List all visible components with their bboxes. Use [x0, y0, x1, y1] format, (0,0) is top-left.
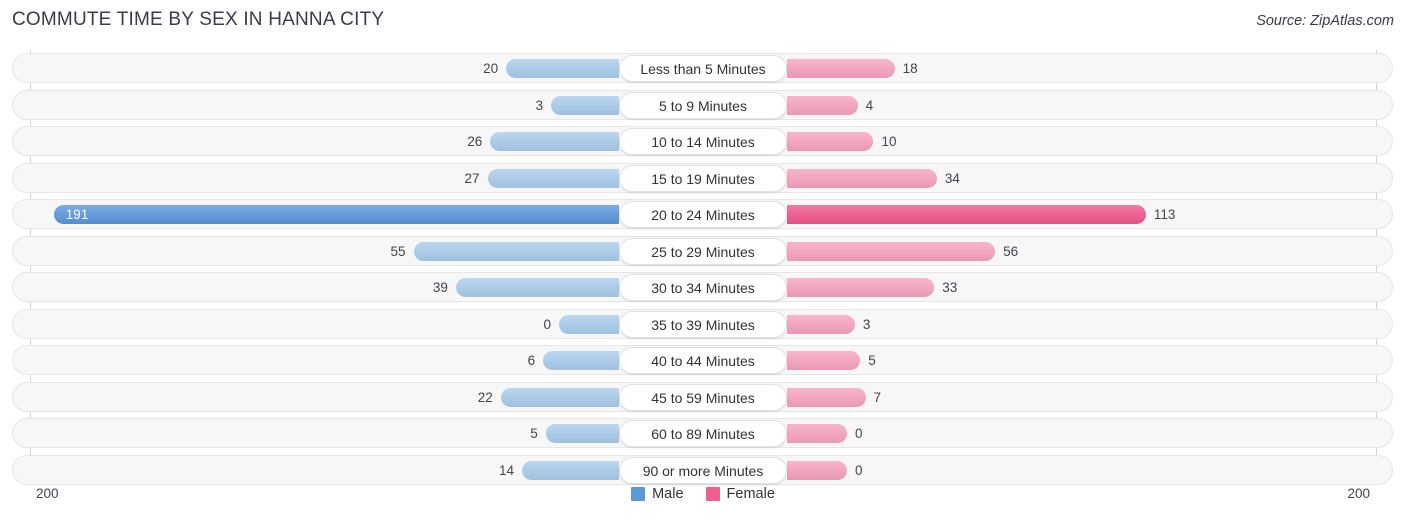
chart-row[interactable]: 22 7 45 to 59 Minutes — [0, 379, 1406, 416]
bar-female[interactable] — [787, 132, 874, 151]
chart-row[interactable]: 20 18 Less than 5 Minutes — [0, 50, 1406, 87]
bar-female[interactable] — [787, 460, 847, 480]
legend-item-female[interactable]: Female — [705, 486, 775, 502]
bar-female[interactable] — [787, 95, 858, 115]
bar-male[interactable] — [543, 351, 619, 370]
category-label-pill[interactable]: 15 to 19 Minutes — [619, 164, 787, 192]
page-title: COMMUTE TIME BY SEX IN HANNA CITY — [12, 9, 385, 30]
category-label-pill[interactable]: Less than 5 Minutes — [619, 55, 787, 82]
bar-male[interactable] — [545, 424, 620, 443]
category-label-pill[interactable]: 35 to 39 Minutes — [619, 310, 787, 338]
bar-male[interactable] — [521, 460, 619, 480]
value-label-male: 27 — [464, 170, 480, 186]
legend-label-female: Female — [726, 486, 775, 502]
value-label-male: 14 — [498, 462, 514, 478]
plot-area: 20 18 Less than 5 Minutes 3 4 5 to 9 Minutes 2… — [0, 50, 1406, 485]
value-label-male: 20 — [483, 61, 499, 76]
bar-male[interactable] — [53, 205, 620, 224]
bar-female[interactable] — [787, 278, 935, 297]
chart-container: COMMUTE TIME BY SEX IN HANNA CITY Source… — [0, 0, 1406, 522]
chart-row[interactable]: 27 34 15 to 19 Minutes — [0, 160, 1406, 197]
value-label-female: 3 — [862, 316, 871, 332]
value-label-female: 7 — [873, 389, 882, 405]
bar-male[interactable] — [487, 168, 620, 188]
chart-row[interactable]: 0 3 35 to 39 Minutes — [0, 306, 1406, 343]
legend-swatch-male-icon — [631, 487, 646, 501]
bar-male[interactable] — [490, 132, 619, 151]
chart-legend: Male Female — [0, 486, 1406, 502]
category-label-pill[interactable]: 60 to 89 Minutes — [619, 420, 787, 447]
value-label-female: 33 — [942, 280, 958, 295]
bar-male[interactable] — [455, 278, 620, 297]
value-label-female: 5 — [868, 353, 876, 368]
value-label-male: 3 — [535, 97, 544, 113]
legend-swatch-female-icon — [705, 487, 720, 501]
chart-row[interactable]: 191 113 20 to 24 Minutes — [0, 196, 1406, 233]
bar-male[interactable] — [413, 241, 620, 261]
category-label-pill[interactable]: 25 to 29 Minutes — [619, 237, 787, 265]
bar-female[interactable] — [787, 59, 895, 78]
bar-male[interactable] — [500, 387, 620, 407]
bar-female[interactable] — [787, 351, 861, 370]
category-label-pill[interactable]: 45 to 59 Minutes — [619, 383, 787, 411]
bar-female[interactable] — [787, 168, 937, 188]
category-label-pill[interactable]: 40 to 44 Minutes — [619, 347, 787, 374]
bar-male[interactable] — [506, 59, 619, 78]
bar-female[interactable] — [787, 241, 996, 261]
chart-row[interactable]: 26 10 10 to 14 Minutes — [0, 123, 1406, 160]
value-label-male: 26 — [467, 134, 483, 149]
value-label-female: 10 — [881, 134, 897, 149]
value-label-female: 0 — [855, 426, 863, 441]
category-label-pill[interactable]: 90 or more Minutes — [619, 456, 787, 484]
bar-rows: 20 18 Less than 5 Minutes 3 4 5 to 9 Minutes 2… — [0, 50, 1406, 488]
value-label-female: 34 — [944, 170, 960, 186]
value-label-male: 55 — [390, 243, 406, 259]
value-label-male: 0 — [543, 316, 551, 332]
chart-row[interactable]: 55 56 25 to 29 Minutes — [0, 233, 1406, 270]
value-label-male: 5 — [530, 426, 538, 441]
bar-male[interactable] — [551, 95, 619, 115]
bar-female[interactable] — [787, 387, 866, 407]
category-label-pill[interactable]: 5 to 9 Minutes — [619, 91, 787, 119]
legend-item-male[interactable]: Male — [631, 486, 684, 502]
value-label-male: 191 — [65, 207, 89, 222]
value-label-male: 39 — [432, 280, 448, 295]
value-label-female: 56 — [1003, 243, 1019, 259]
bar-female[interactable] — [787, 424, 847, 443]
chart-row[interactable]: 14 0 90 or more Minutes — [0, 452, 1406, 489]
value-label-male: 6 — [527, 353, 536, 368]
category-label-pill[interactable]: 20 to 24 Minutes — [619, 201, 787, 228]
source-attribution: Source: ZipAtlas.com — [1256, 13, 1394, 29]
value-label-female: 4 — [865, 97, 874, 113]
chart-row[interactable]: 3 4 5 to 9 Minutes — [0, 87, 1406, 124]
chart-row[interactable]: 6 5 40 to 44 Minutes — [0, 342, 1406, 379]
category-label-pill[interactable]: 10 to 14 Minutes — [619, 128, 787, 155]
bar-female[interactable] — [787, 205, 1146, 224]
category-label-pill[interactable]: 30 to 34 Minutes — [619, 274, 787, 301]
chart-row[interactable]: 39 33 30 to 34 Minutes — [0, 269, 1406, 306]
legend-label-male: Male — [652, 486, 684, 502]
value-label-male: 22 — [477, 389, 493, 405]
value-label-female: 0 — [855, 462, 863, 478]
bar-female[interactable] — [787, 314, 855, 334]
chart-row[interactable]: 5 0 60 to 89 Minutes — [0, 415, 1406, 452]
value-label-female: 113 — [1153, 207, 1176, 222]
bar-male[interactable] — [559, 314, 619, 334]
value-label-female: 18 — [902, 61, 918, 76]
